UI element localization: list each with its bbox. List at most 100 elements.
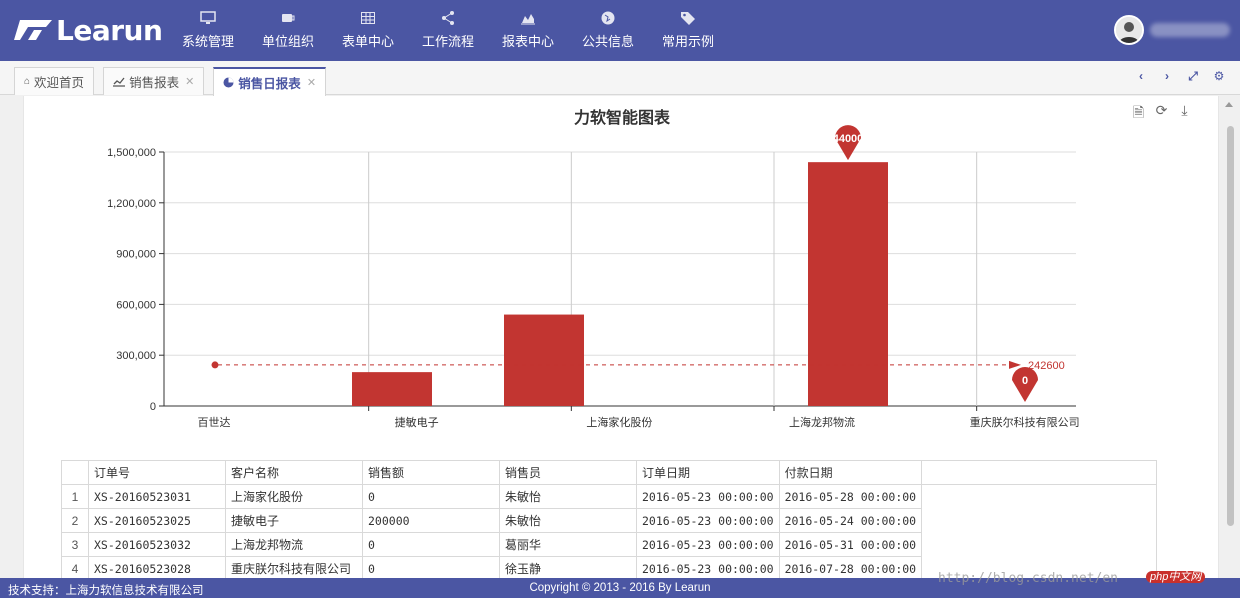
share-icon [442,11,454,25]
row-number-header [61,460,89,485]
cell-pay-date: 2016-07-28 00:00:00 [778,556,923,578]
user-menu[interactable] [1114,15,1230,45]
nav-label: 单位组织 [261,34,314,49]
nav-label: 工作流程 [421,34,474,49]
nav-public-info[interactable]: 公共信息 [568,0,648,61]
chevron-right-icon[interactable]: › [1154,69,1180,84]
cell-salesman: 徐玉静 [499,556,637,578]
nav-examples[interactable]: 常用示例 [648,0,728,61]
mark-line-start-point [211,361,219,369]
cell-order-date: 2016-05-23 00:00:00 [636,508,780,533]
tab-label: 欢迎首页 [34,76,85,90]
row-number: 3 [61,532,89,557]
nav-label: 报表中心 [501,34,554,49]
y-tick-label: 300,000 [116,350,156,362]
x-tick-label: 上海龙邦物流 [789,415,855,429]
nav-organization[interactable]: 单位组织 [248,0,328,61]
col-header-pay-date[interactable]: 付款日期 [778,460,923,485]
avatar[interactable] [1114,15,1144,45]
logo-mark-icon [14,18,54,42]
close-icon[interactable]: ✕ [185,75,194,88]
mark-line-arrow [1009,360,1021,369]
watermark-badge-text: php中文网 [1146,571,1206,583]
cell-order-date: 2016-05-23 00:00:00 [636,556,780,578]
cell-pay-date: 2016-05-24 00:00:00 [778,508,923,533]
col-header-salesman[interactable]: 销售员 [499,460,637,485]
cell-salesman: 葛丽华 [499,532,637,557]
row-number: 2 [61,508,89,533]
cell-salesman: 朱敏怡 [499,508,637,533]
table-icon [361,12,375,24]
chevron-left-icon[interactable]: ‹ [1128,69,1154,84]
tags-icon [681,12,695,25]
vertical-scrollbar[interactable] [1219,96,1240,578]
nav-label: 常用示例 [661,34,714,49]
cell-salesman: 朱敏怡 [499,484,637,509]
watermark-text: http://blog.csdn.net/en [938,571,1119,586]
nav-workflow[interactable]: 工作流程 [408,0,488,61]
x-tick-label: 重庆朕尔科技有限公司 [970,415,1080,429]
close-icon[interactable]: ✕ [307,76,316,89]
x-tick-label: 捷敏电子 [395,415,439,429]
tab-label: 销售报表 [129,76,180,90]
row-number: 1 [61,484,89,509]
nav-system-management[interactable]: 系统管理 [168,0,248,61]
cell-amount: 0 [362,532,500,557]
sales-table: 订单号 客户名称 销售额 销售员 订单日期 付款日期 1 XS-20160523… [61,460,1157,578]
globe-icon [601,11,615,25]
y-tick-label: 1,500,000 [107,147,156,159]
tab-controls: ‹ › ⤢ ⚙ [1128,69,1232,84]
cell-order-no: XS-20160523031 [88,484,226,509]
main-nav: 系统管理 单位组织 表单中心 工作流程 报表中心 公共信息 常用示例 [168,0,728,61]
nav-label: 系统管理 [181,34,234,49]
cell-order-no: XS-20160523032 [88,532,226,557]
user-name-blurred [1150,23,1230,37]
col-header-order-date[interactable]: 订单日期 [636,460,780,485]
scroll-thumb[interactable] [1227,126,1234,526]
scroll-up-icon[interactable] [1225,102,1233,107]
cell-amount: 0 [362,484,500,509]
area-chart-icon [521,14,535,25]
cell-pay-date: 2016-05-28 00:00:00 [778,484,923,509]
y-tick-label: 900,000 [116,249,156,261]
tab-welcome[interactable]: ⌂ 欢迎首页 [14,67,95,95]
col-header-customer[interactable]: 客户名称 [225,460,363,485]
gear-icon[interactable]: ⚙ [1206,69,1232,84]
bar [352,372,432,406]
x-tick-label: 上海家化股份 [586,415,652,429]
tab-daily-sales-report[interactable]: 销售日报表 ✕ [213,67,327,96]
filler-cell [921,484,1157,578]
y-tick-label: 0 [150,401,156,413]
cell-order-date: 2016-05-23 00:00:00 [636,484,780,509]
cell-order-date: 2016-05-23 00:00:00 [636,532,780,557]
row-number: 4 [61,556,89,578]
pie-chart-icon [223,77,234,88]
home-icon: ⌂ [24,76,31,87]
x-tick-label: 百世达 [198,416,231,429]
cell-customer: 重庆朕尔科技有限公司 [225,556,363,578]
nav-report-center[interactable]: 报表中心 [488,0,568,61]
cell-pay-date: 2016-05-31 00:00:00 [778,532,923,557]
table-row[interactable]: 1 XS-20160523031 上海家化股份 0 朱敏怡 2016-05-23… [61,484,1157,578]
nav-form-center[interactable]: 表单中心 [328,0,408,61]
cell-amount: 200000 [362,508,500,533]
table-header-row: 订单号 客户名称 销售额 销售员 订单日期 付款日期 [61,460,1157,485]
top-navbar: Learun 系统管理 单位组织 表单中心 工作流程 报表中心 公共信息 常用示… [0,0,1240,61]
bar-chart: 0 300,000 600,000 900,000 1,200,000 1,500,000… [107,125,1080,429]
nav-label: 公共信息 [581,34,634,49]
tab-label: 销售日报表 [238,77,301,91]
watermark-badge: php中文网 [1146,568,1206,584]
brand-logo[interactable]: Learun [14,13,163,47]
col-header-order-no[interactable]: 订单号 [88,460,226,485]
tab-list: ⌂ 欢迎首页 销售报表 ✕ 销售日报表 ✕ [14,67,335,96]
line-chart-icon [113,77,126,87]
tab-sales-report[interactable]: 销售报表 ✕ [103,67,205,95]
cell-customer: 上海家化股份 [225,484,363,509]
desktop-icon [200,11,216,24]
col-header-amount[interactable]: 销售额 [362,460,500,485]
cell-amount: 0 [362,556,500,578]
cell-order-no: XS-20160523028 [88,556,226,578]
y-tick-label: 1,200,000 [107,198,156,210]
fullscreen-icon[interactable]: ⤢ [1180,69,1206,84]
brand-name: Learun [56,13,163,47]
